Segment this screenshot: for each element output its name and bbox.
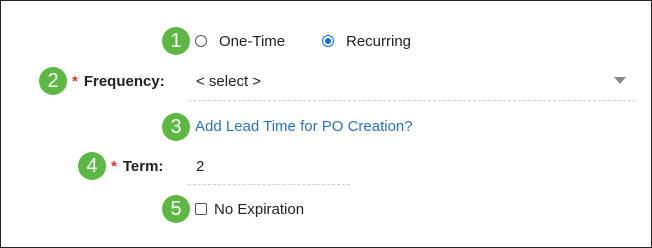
- no-expiration-checkbox[interactable]: [195, 203, 207, 215]
- step-badge-3: 3: [162, 113, 190, 141]
- term-input-value: 2: [196, 158, 205, 175]
- recurring-radio[interactable]: [322, 35, 334, 47]
- frequency-label: * Frequency:: [72, 73, 165, 90]
- recurring-label[interactable]: Recurring: [346, 33, 411, 50]
- one-time-radio[interactable]: [195, 35, 207, 47]
- required-asterisk: *: [111, 158, 117, 175]
- frequency-select-value: < select >: [196, 73, 262, 90]
- add-lead-time-link[interactable]: Add Lead Time for PO Creation?: [195, 118, 413, 135]
- step-badge-5: 5: [162, 195, 190, 223]
- no-expiration-label[interactable]: No Expiration: [214, 201, 304, 218]
- frequency-select[interactable]: < select >: [188, 67, 636, 101]
- form-panel: 1 One-Time Recurring 2 * Frequency: < sel…: [0, 0, 652, 248]
- term-input[interactable]: 2: [188, 151, 350, 185]
- step-badge-4: 4: [78, 152, 106, 180]
- frequency-label-text: Frequency:: [83, 73, 165, 90]
- one-time-label[interactable]: One-Time: [219, 33, 285, 50]
- term-label-text: Term:: [122, 158, 164, 175]
- step-badge-2: 2: [39, 67, 67, 95]
- term-label: * Term:: [111, 158, 163, 175]
- step-badge-1: 1: [162, 27, 190, 55]
- required-asterisk: *: [72, 73, 78, 90]
- chevron-down-icon[interactable]: [614, 77, 626, 84]
